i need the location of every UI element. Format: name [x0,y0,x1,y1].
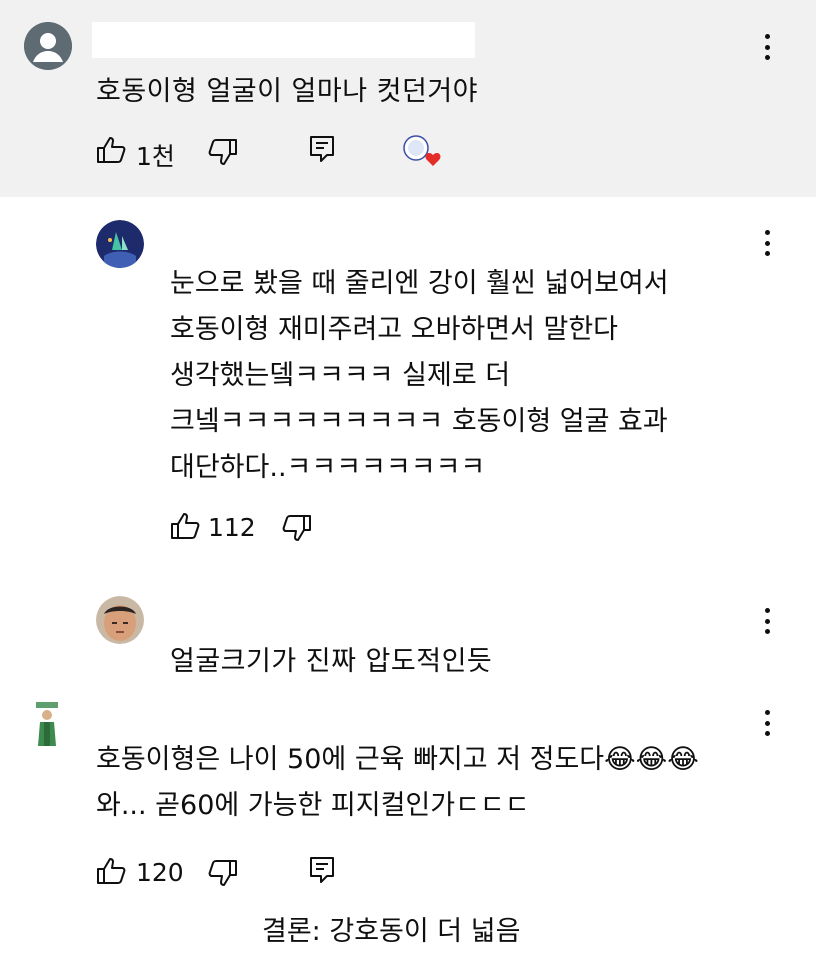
like-button[interactable] [96,136,126,164]
comment-text-block: 호동이형은 나이 50에 근육 빠지고 저 정도다😂😂😂 와... 곧60에 가… [96,737,699,829]
dislike-button[interactable] [208,859,238,887]
like-count: 1천 [136,142,175,171]
thumb-down-icon [282,515,311,541]
like-count: 120 [136,858,184,887]
comment-text-line: 호동이형은 나이 50에 근육 빠지고 저 정도다😂😂😂 [96,744,699,775]
commenter-avatar[interactable] [96,596,144,644]
thumb-up-icon [97,137,126,163]
comment-text-line: 크넼ㅋㅋㅋㅋㅋㅋㅋㅋㅋ 호동이형 얼굴 효과 [170,406,668,437]
comment-text-line: 눈으로 봤을 때 줄리엔 강이 훨씬 넓어보여서 [170,268,669,299]
more-options-button[interactable] [752,706,782,740]
like-button[interactable] [170,512,200,540]
thumb-up-icon [97,858,126,884]
comment-text-line: 대단하다..ㅋㅋㅋㅋㅋㅋㅋㅋ [170,452,486,483]
conclusion-caption: 결론: 강호동이 더 넓음 [262,916,521,947]
comment-text: 얼굴크기가 진짜 압도적인듯 [170,646,493,677]
avatar-image [96,220,144,268]
dislike-button[interactable] [208,138,238,166]
thumb-down-icon [208,860,237,886]
comment-text-line: 생각했는뎈ㅋㅋㅋㅋ 실제로 더 [170,360,511,391]
commenter-avatar[interactable] [96,220,144,268]
thumb-up-icon [171,513,200,539]
commenter-avatar[interactable] [34,700,60,748]
more-options-button[interactable] [752,604,782,638]
avatar-image [96,596,144,644]
thumb-down-icon [208,139,237,165]
reply-button[interactable] [308,134,336,164]
commenter-avatar[interactable] [24,22,72,70]
comment-text: 호동이형 얼굴이 얼마나 컷던거야 [96,76,479,107]
like-count: 112 [208,513,256,542]
reply-button[interactable] [308,855,336,885]
more-options-button[interactable] [752,30,782,64]
avatar-image [36,702,58,746]
reply-icon [310,857,334,883]
default-avatar-icon [24,22,72,70]
reply-text-block: 눈으로 봤을 때 줄리엔 강이 훨씬 넓어보여서 호동이형 재미주려고 오바하면… [170,261,669,491]
redacted-username [92,22,475,58]
heart-icon [403,135,441,166]
creator-heart-badge [402,134,442,170]
comment-text-line: 호동이형 재미주려고 오바하면서 말한다 [170,314,619,345]
reply-icon [310,136,334,162]
like-button[interactable] [96,857,126,885]
dislike-button[interactable] [282,514,312,542]
comment-text-line: 와... 곧60에 가능한 피지컬인가ㄷㄷㄷ [96,790,530,821]
more-options-button[interactable] [752,226,782,260]
